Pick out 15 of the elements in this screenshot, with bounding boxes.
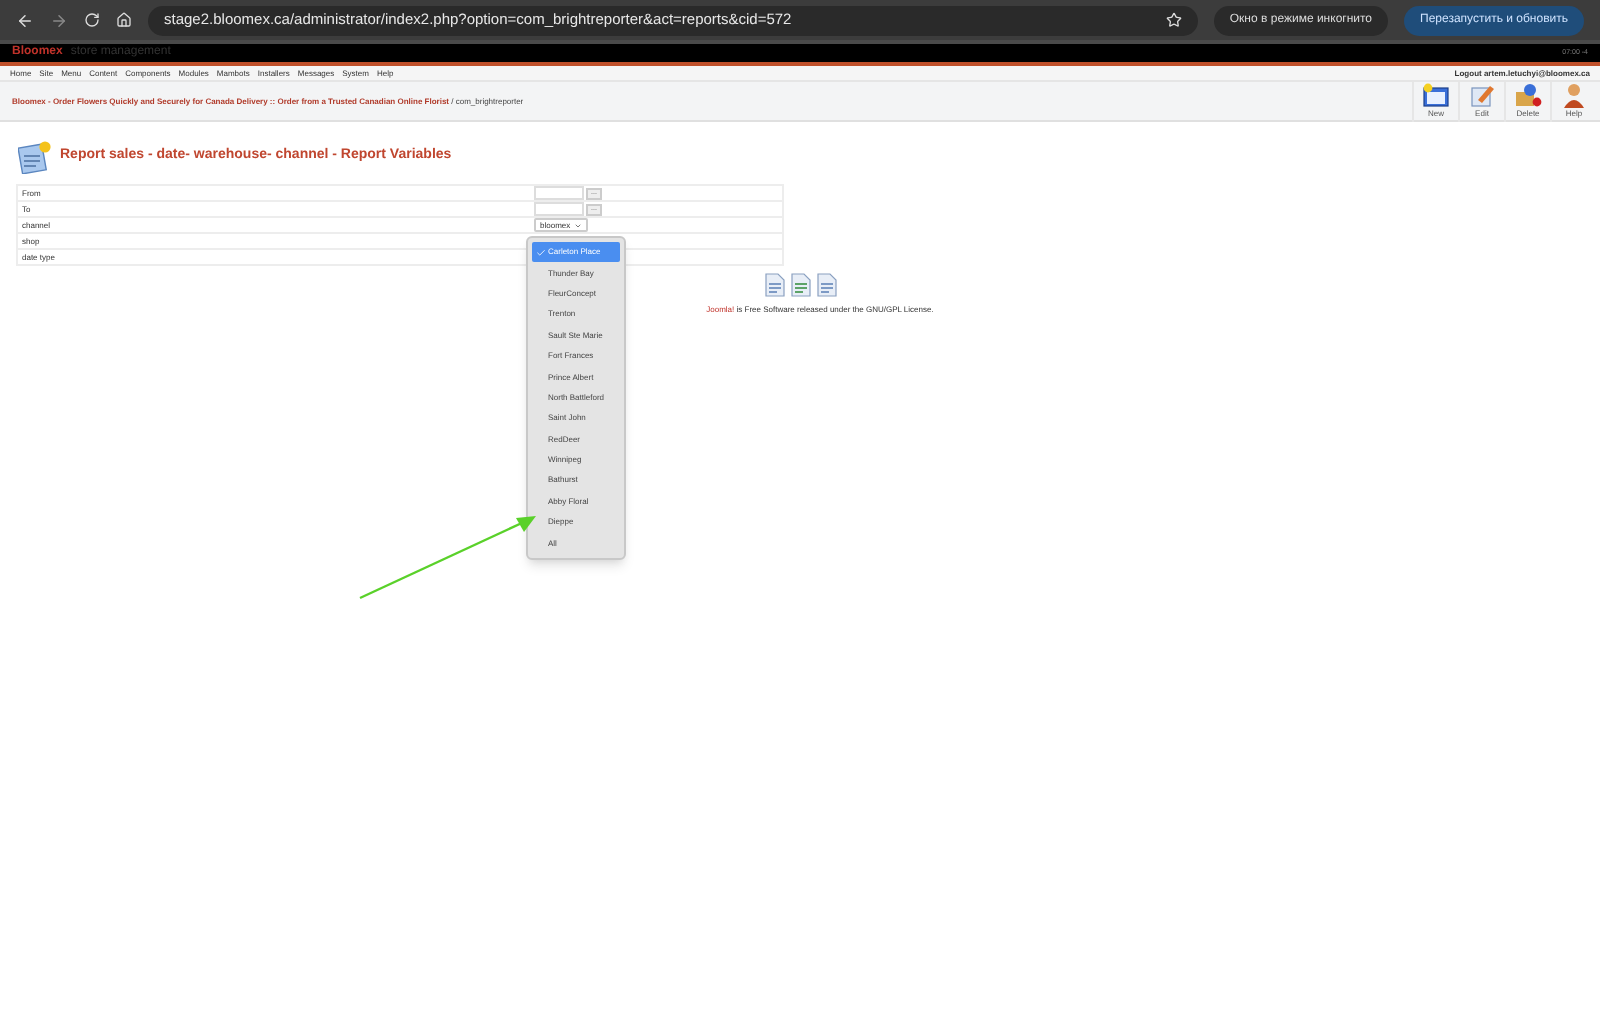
date-field[interactable] (534, 186, 584, 200)
reload-icon[interactable] (84, 12, 100, 28)
package-delete-icon (1514, 82, 1542, 108)
document-icon[interactable] (763, 272, 785, 298)
date-field[interactable] (534, 202, 584, 216)
back-icon[interactable] (16, 11, 34, 29)
document-icon[interactable] (815, 272, 837, 298)
pencil-icon (1468, 82, 1496, 108)
star-icon[interactable] (1165, 12, 1182, 28)
person-icon (1560, 82, 1588, 108)
check-icon (536, 247, 546, 258)
home-icon[interactable] (116, 12, 132, 28)
document-icon[interactable] (789, 272, 811, 298)
forward-icon[interactable] (50, 11, 68, 29)
report-icon (18, 140, 52, 174)
